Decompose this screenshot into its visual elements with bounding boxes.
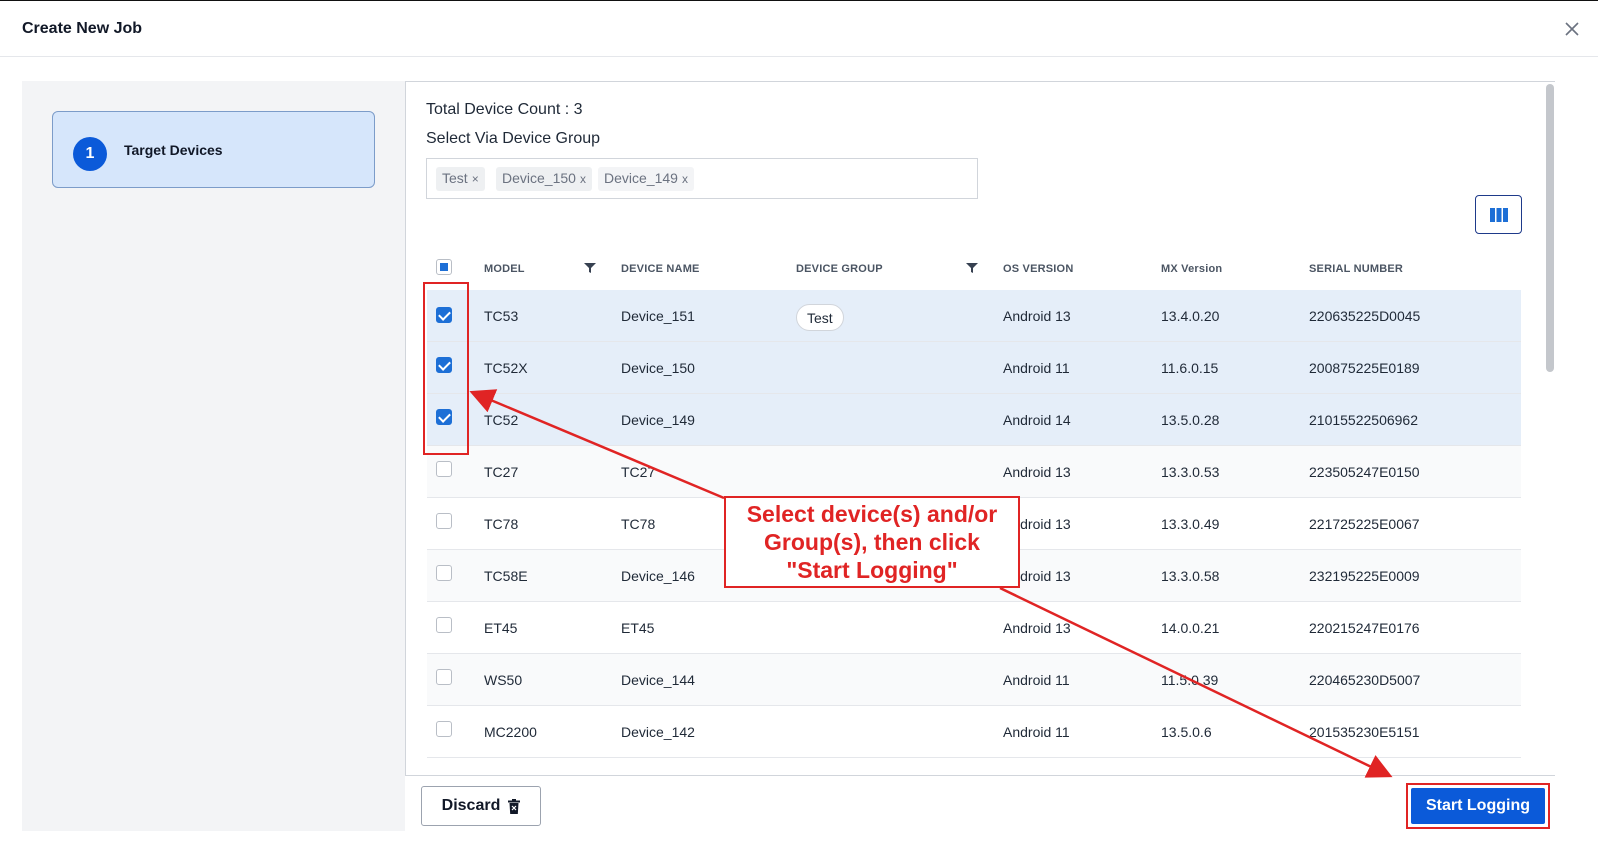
table-row[interactable]: TC27 TC27 Android 13 13.3.0.53 223505247E015… [427,446,1521,498]
group-tag[interactable]: Test × [436,167,485,191]
column-chooser-icon [1489,207,1508,222]
row-checkbox[interactable] [436,513,452,529]
discard-button[interactable]: Discard [421,786,541,826]
table-row[interactable]: WS50 Device_144 Android 11 11.5.0.39 2204652… [427,654,1521,706]
mx-version-cell: 11.6.0.15 [1161,360,1219,376]
os-version-cell: Android 13 [1003,620,1071,636]
model-cell: TC52X [484,360,528,376]
os-version-cell: Android 11 [1003,672,1070,688]
start-logging-highlight: Start Logging [1406,783,1550,829]
filter-icon[interactable] [584,262,596,274]
row-checkbox[interactable] [436,721,452,737]
step-label: Target Devices [124,142,223,158]
device-name-cell: Device_149 [621,412,695,428]
device-name-cell: Device_142 [621,724,695,740]
os-version-cell: Android 13 [1003,464,1071,480]
device-name-cell: Device_146 [621,568,695,584]
table-row[interactable]: MC2200 Device_142 Android 11 13.5.0.6 201535… [427,706,1521,758]
table-row[interactable]: TC52X Device_150 Android 11 11.6.0.15 200875… [427,342,1521,394]
group-tag-label: Device_150 [502,170,576,186]
table-row[interactable]: TC52 Device_149 Android 14 13.5.0.28 2101552… [427,394,1521,446]
mx-version-cell: 14.0.0.21 [1161,620,1220,636]
column-header-device-group[interactable]: DEVICE GROUP [796,263,883,275]
mx-version-cell: 13.3.0.58 [1161,568,1220,584]
device-name-cell: Device_144 [621,672,695,688]
steps-sidebar: 1 Target Devices [22,81,405,831]
os-version-cell: Android 14 [1003,412,1071,428]
device-name-cell: TC27 [621,464,656,480]
os-version-cell: Android 13 [1003,308,1071,324]
mx-version-cell: 13.4.0.20 [1161,308,1220,324]
column-header-model[interactable]: MODEL [484,263,525,275]
device-name-cell: ET45 [621,620,655,636]
serial-number-cell: 21015522506962 [1309,412,1419,428]
row-checkbox[interactable] [436,669,452,685]
checkbox-highlight-box [423,282,469,455]
serial-number-cell: 232195225E0009 [1309,568,1420,584]
device-group-select[interactable]: Test × Device_150 x Device_149 x [426,158,978,199]
model-cell: TC27 [484,464,519,480]
group-tag-label: Device_149 [604,170,678,186]
annotation-text: Select device(s) and/or Group(s), then c… [746,501,998,583]
column-chooser-button[interactable] [1475,195,1522,234]
serial-number-cell: 201535230E5151 [1309,724,1420,740]
column-header-mx-version[interactable]: MX Version [1161,263,1222,275]
model-cell: TC58E [484,568,528,584]
device-name-cell: Device_150 [621,360,695,376]
serial-number-cell: 200875225E0189 [1309,360,1420,376]
column-header-device-name[interactable]: DEVICE NAME [621,263,700,275]
serial-number-cell: 220465230D5007 [1309,672,1421,688]
step-number: 1 [73,137,107,171]
column-header-os-version[interactable]: OS VERSION [1003,263,1073,275]
remove-tag-icon[interactable]: × [472,172,479,186]
model-cell: MC2200 [484,724,537,740]
model-cell: ET45 [484,620,518,636]
filter-icon[interactable] [966,262,978,274]
select-all-checkbox[interactable] [436,259,452,275]
table-row[interactable]: TC53 Device_151 Android 13 13.4.0.20 2206352… [427,290,1521,342]
serial-number-cell: 220635225D0045 [1309,308,1421,324]
remove-tag-icon[interactable]: x [580,172,586,186]
serial-number-cell: 220215247E0176 [1309,620,1420,636]
mx-version-cell: 13.5.0.28 [1161,412,1220,428]
mx-version-cell: 13.3.0.49 [1161,516,1220,532]
group-tag[interactable]: Device_150 x [496,167,592,191]
row-checkbox[interactable] [436,461,452,477]
os-version-cell: Android 11 [1003,724,1070,740]
model-cell: TC52 [484,412,519,428]
device-group-badge: Test [796,304,844,331]
serial-number-cell: 223505247E0150 [1309,464,1420,480]
os-version-cell: Android 11 [1003,360,1070,376]
row-checkbox[interactable] [436,617,452,633]
annotation-callout: Select device(s) and/or Group(s), then c… [724,496,1020,588]
dialog-title: Create New Job [22,20,143,37]
serial-number-cell: 221725225E0067 [1309,516,1420,532]
model-cell: TC53 [484,308,519,324]
vertical-scrollbar[interactable] [1546,84,1554,372]
start-logging-button[interactable]: Start Logging [1411,788,1545,824]
table-row[interactable]: ET45 ET45 Android 13 14.0.0.21 220215247E017… [427,602,1521,654]
model-cell: WS50 [484,672,523,688]
group-tag-label: Test [442,170,468,186]
discard-label: Discard [441,797,501,814]
device-name-cell: Device_151 [621,308,695,324]
trash-icon [508,798,521,814]
group-tag[interactable]: Device_149 x [598,167,694,191]
close-icon[interactable] [1562,19,1582,39]
table-header: MODEL DEVICE NAME DEVICE GROUP OS VERSIO… [427,250,1521,290]
remove-tag-icon[interactable]: x [682,172,688,186]
device-name-cell: TC78 [621,516,656,532]
row-checkbox[interactable] [436,565,452,581]
device-group-label: Select Via Device Group [426,130,601,147]
step-target-devices[interactable]: 1 Target Devices [52,111,375,188]
column-header-serial-number[interactable]: SERIAL NUMBER [1309,263,1403,275]
total-device-count: Total Device Count : 3 [426,101,583,118]
target-devices-panel: Total Device Count : 3 Select Via Device… [405,81,1555,776]
model-cell: TC78 [484,516,519,532]
dialog-header: Create New Job [0,0,1598,57]
mx-version-cell: 13.5.0.6 [1161,724,1212,740]
mx-version-cell: 11.5.0.39 [1161,672,1219,688]
mx-version-cell: 13.3.0.53 [1161,464,1220,480]
